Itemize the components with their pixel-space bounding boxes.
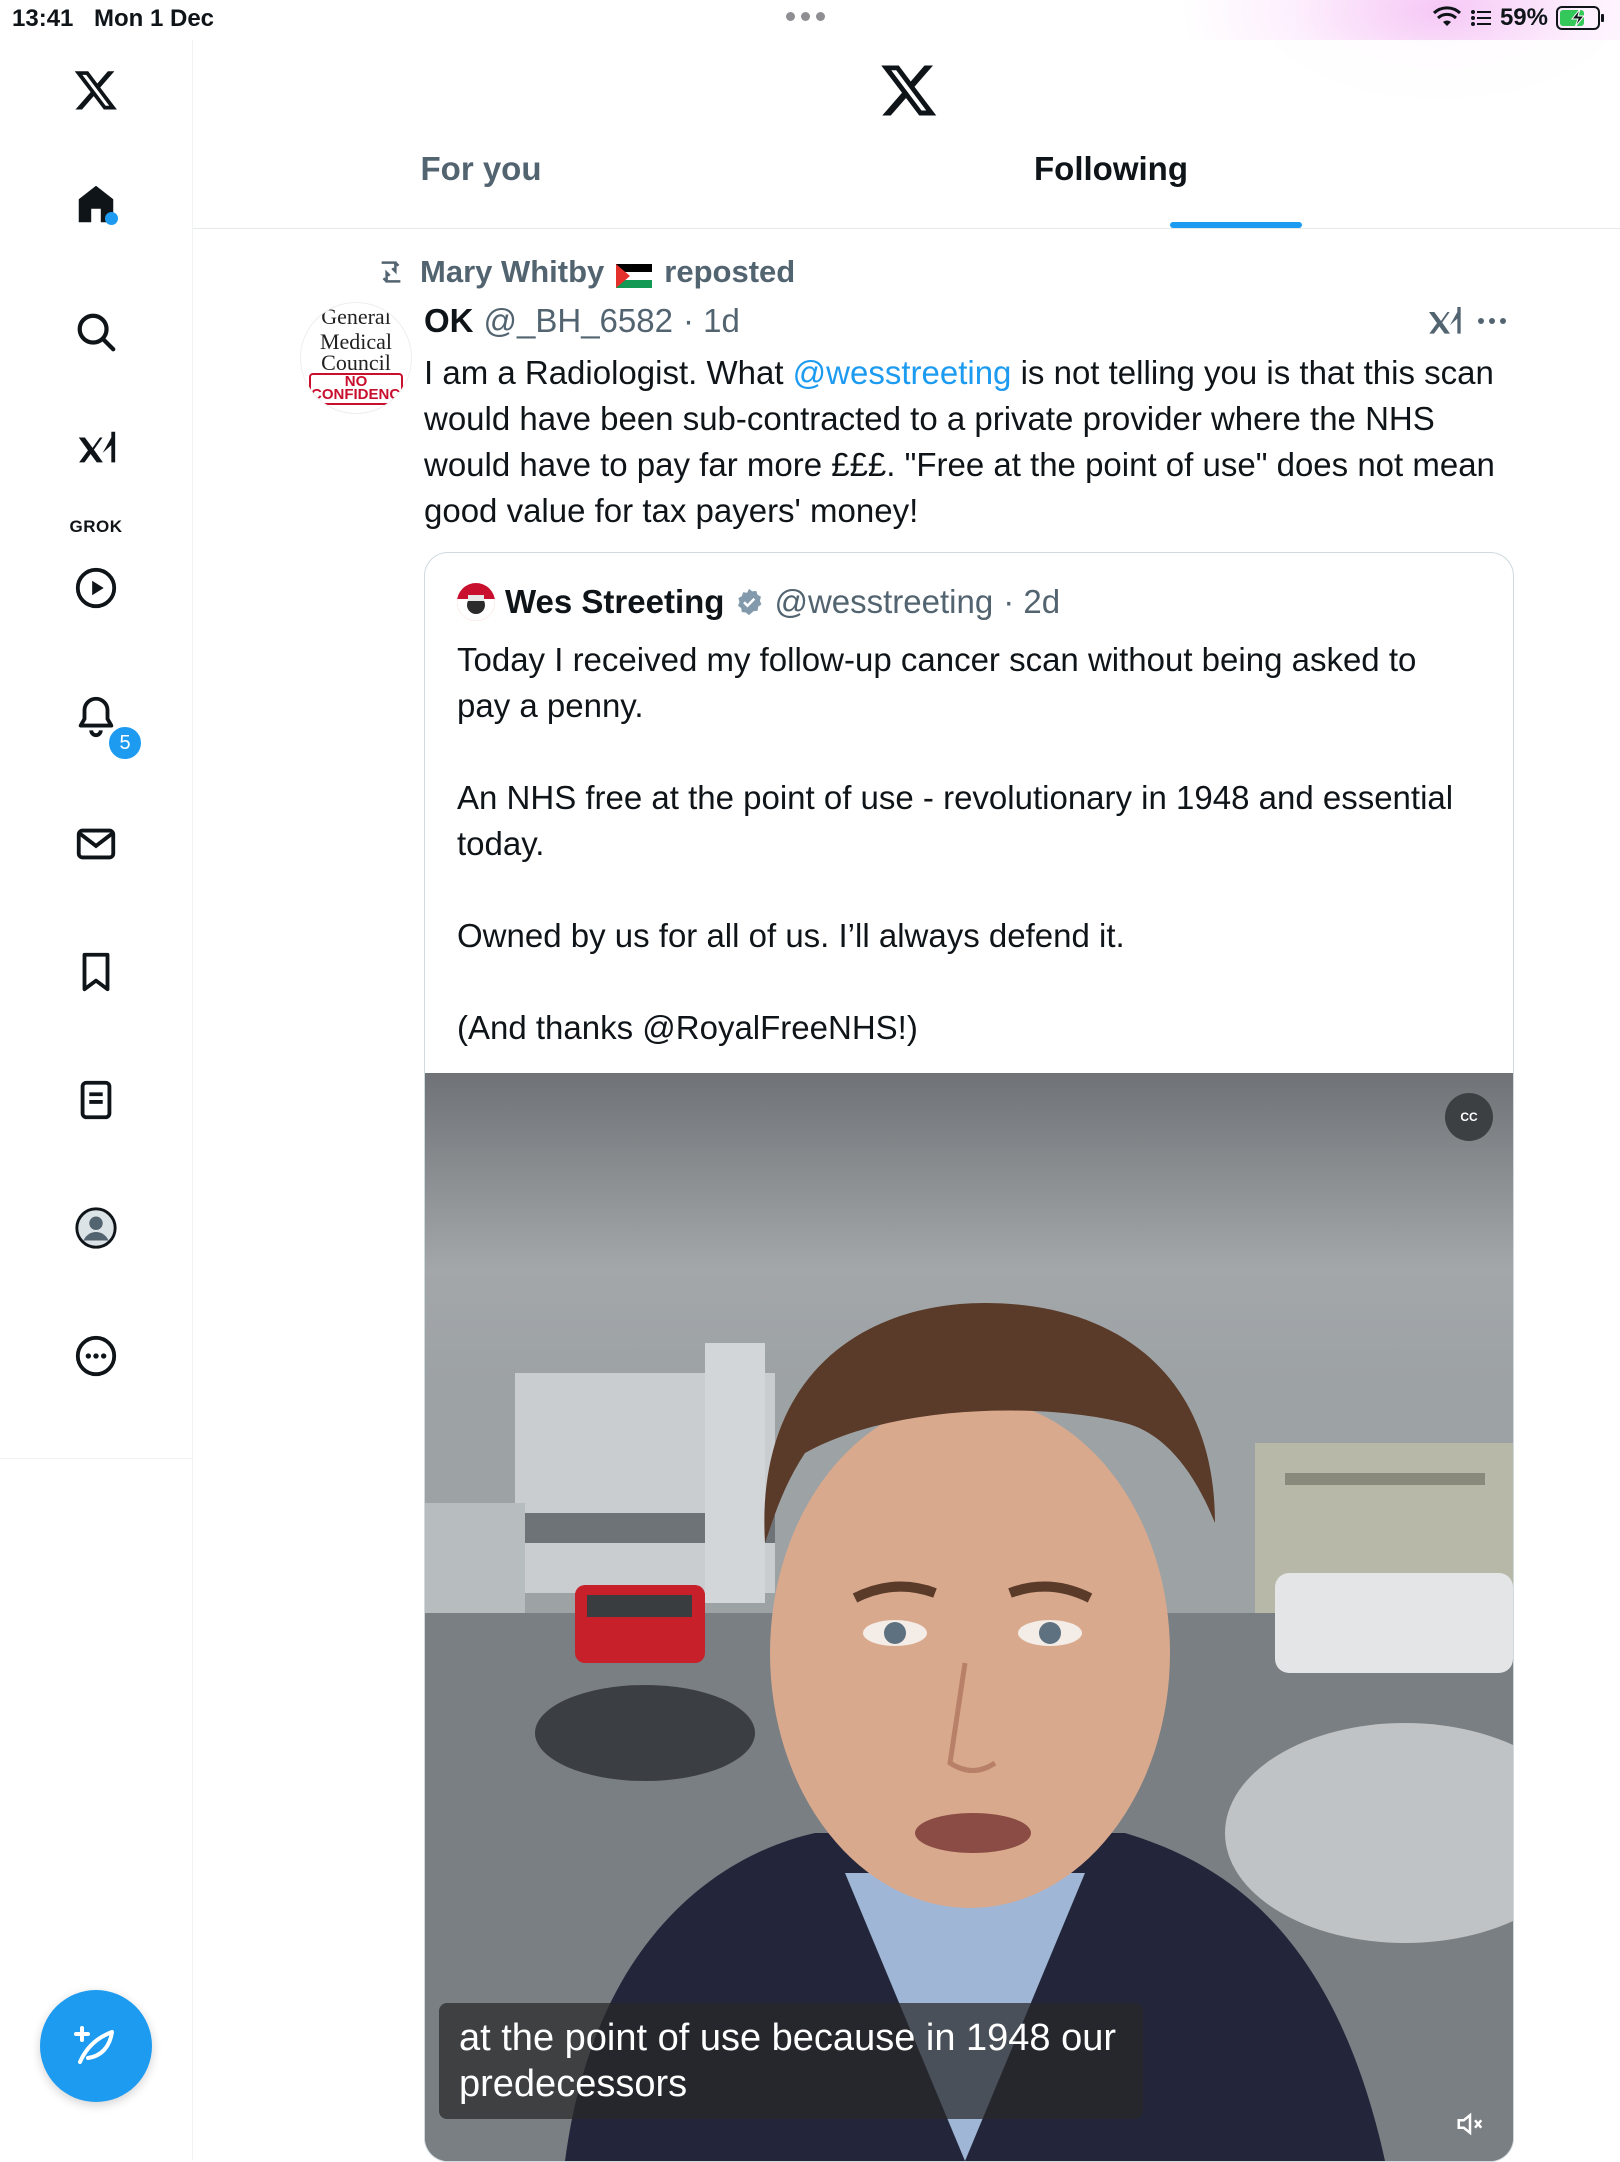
wifi-icon (1432, 6, 1461, 26)
bookmark-icon (82, 952, 110, 992)
avatar-icon (75, 1207, 117, 1249)
sidebar: GROK 5 (0, 40, 193, 2160)
multitasking-dots[interactable] (786, 12, 825, 21)
sidebar-item-messages[interactable] (56, 804, 136, 884)
grok-explain-button[interactable] (1424, 302, 1464, 342)
speaker-muted-icon (1457, 2112, 1483, 2136)
palestine-flag-icon (616, 260, 653, 288)
x-logo[interactable] (56, 50, 136, 130)
sidebar-item-bookmarks[interactable] (56, 932, 136, 1012)
post-author-avatar[interactable]: General Medical Council NO CONFIDENCE (300, 302, 412, 414)
sidebar-item-more[interactable] (56, 1316, 136, 1396)
repost-user: Mary Whitby (420, 254, 605, 289)
more-circle-icon (75, 1335, 117, 1377)
battery-percent: 59% (1499, 4, 1548, 31)
timeline-header: For you Following (193, 40, 1620, 229)
post-time[interactable]: · 1d (683, 302, 740, 340)
grok-icon (1429, 307, 1461, 334)
search-icon (77, 313, 116, 352)
quote-author-handle[interactable]: @wesstreeting (774, 583, 993, 621)
sidebar-item-home[interactable] (56, 164, 136, 244)
post-more-button[interactable] (1478, 318, 1506, 324)
quote-author-name[interactable]: Wes Streeting (505, 583, 724, 621)
sidebar-item-search[interactable] (56, 292, 136, 372)
focus-list-icon (1470, 10, 1491, 26)
quote-text: Today I received my follow-up cancer sca… (457, 641, 1454, 1046)
quote-time[interactable]: · 2d (1003, 583, 1060, 621)
repost-suffix: reposted (664, 254, 796, 289)
closed-captions-button[interactable]: CC (1445, 1093, 1493, 1141)
sidebar-item-lists[interactable] (56, 1060, 136, 1140)
verified-badge-icon (738, 588, 762, 616)
x-logo-header[interactable] (879, 60, 939, 120)
compose-button[interactable] (40, 1990, 152, 2102)
no-confidence-stamp: NO CONFIDENCE (309, 373, 411, 405)
sidebar-divider (0, 1458, 192, 1459)
x-logo-icon (881, 65, 937, 116)
post-author-handle[interactable]: @_BH_6582 (484, 302, 673, 340)
video-caption: at the point of use because in 1948 our … (439, 2003, 1143, 2119)
quote-header: Wes Streeting @wesstreeting · 2d (457, 583, 1060, 621)
sidebar-item-video[interactable] (56, 548, 136, 628)
sidebar-item-grok[interactable] (56, 416, 136, 496)
status-bar: 13:41 Mon 1 Dec 59% (0, 0, 1620, 40)
mention-link[interactable]: @wesstreeting (793, 354, 1012, 391)
tab-for-you[interactable]: For you (321, 150, 641, 228)
post-author-name[interactable]: OK (424, 302, 474, 340)
repost-icon (381, 261, 401, 283)
quote-author-avatar[interactable] (457, 583, 495, 621)
home-unread-dot (105, 212, 118, 225)
active-tab-indicator (1170, 222, 1302, 228)
status-date: Mon 1 Dec (94, 5, 215, 32)
repost-context[interactable]: Mary Whitby reposted (374, 254, 795, 290)
quoted-post[interactable]: Wes Streeting @wesstreeting · 2d Today I… (424, 552, 1514, 2162)
envelope-icon (76, 828, 116, 860)
status-time: 13:41 (12, 5, 74, 32)
video-player[interactable]: CC at the point of use because in 1948 o… (425, 1073, 1513, 2161)
video-frame-illustration (425, 1073, 1513, 2161)
play-icon (75, 567, 117, 609)
post-text: I am a Radiologist. What @wesstreeting i… (424, 354, 1495, 529)
battery-charging-icon (1556, 6, 1604, 30)
compose-feather-icon (74, 2026, 114, 2064)
x-logo-icon (74, 71, 117, 110)
notification-badge: 5 (106, 724, 144, 762)
post-header: OK @_BH_6582 · 1d (424, 302, 740, 340)
grok-label: GROK (69, 517, 123, 536)
tab-following[interactable]: Following (951, 150, 1271, 228)
status-indicators: 59% (1432, 4, 1606, 32)
mute-button[interactable] (1447, 2101, 1493, 2147)
list-icon (80, 1080, 112, 1120)
sidebar-item-profile[interactable] (56, 1188, 136, 1268)
grok-icon (78, 431, 116, 463)
